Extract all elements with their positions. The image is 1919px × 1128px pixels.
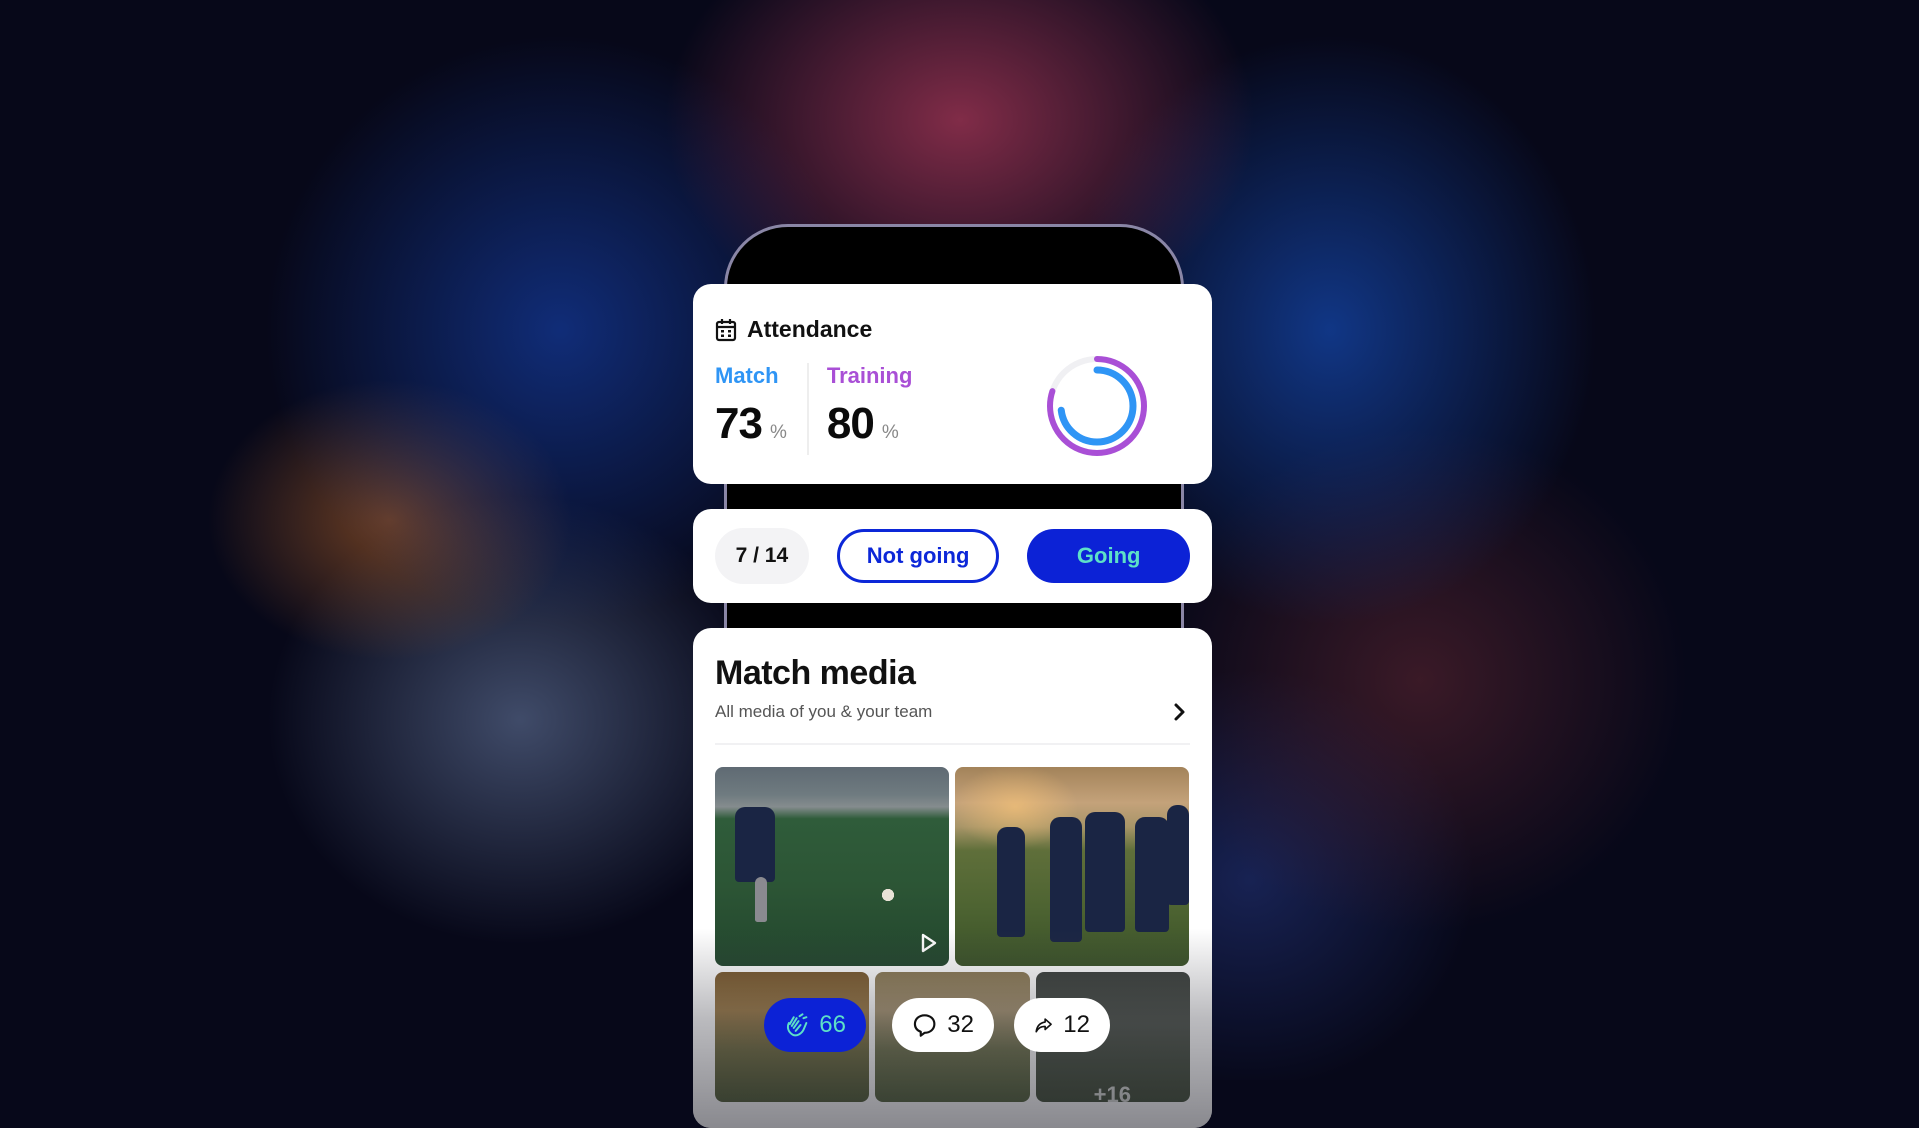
share-count: 12 xyxy=(1063,1011,1090,1038)
media-thumbnail-photo[interactable] xyxy=(955,767,1189,966)
training-percentage: 80 xyxy=(826,399,875,448)
share-button[interactable]: 12 xyxy=(1014,998,1110,1052)
clap-count: 66 xyxy=(819,1011,846,1038)
reaction-bar: 66 32 12 xyxy=(764,998,1110,1052)
match-percentage: 73 xyxy=(715,399,763,448)
player-silhouette xyxy=(1050,817,1082,942)
not-going-button[interactable]: Not going xyxy=(836,529,1000,583)
play-icon xyxy=(921,933,937,953)
player-silhouette xyxy=(1167,805,1189,905)
calendar-icon xyxy=(715,318,737,341)
match-stat: Match 73 % xyxy=(715,363,787,455)
player-silhouette xyxy=(1085,812,1125,932)
rsvp-card: 7 / 14 Not going Going xyxy=(693,509,1212,603)
match-ring-arc xyxy=(1057,366,1137,446)
media-divider xyxy=(715,743,1190,745)
comment-count: 32 xyxy=(947,1011,974,1038)
comment-button[interactable]: 32 xyxy=(892,998,994,1052)
attendance-ring-chart xyxy=(1047,356,1147,456)
more-media-count: +16 xyxy=(1093,1082,1131,1102)
training-label: Training xyxy=(826,363,913,388)
comment-bubble-icon xyxy=(913,1014,936,1037)
match-media-card: Match media All media of you & your team… xyxy=(693,628,1212,1128)
going-button[interactable]: Going xyxy=(1027,529,1190,583)
media-link-row[interactable]: All media of you & your team xyxy=(715,701,1190,723)
player-silhouette xyxy=(997,827,1025,937)
match-percent-sign: % xyxy=(769,422,787,443)
media-subtitle: All media of you & your team xyxy=(715,702,933,721)
player-silhouette xyxy=(1135,817,1169,932)
attendee-count: 7 / 14 xyxy=(715,528,809,584)
training-stat: Training 80 % xyxy=(827,363,913,455)
match-label: Match xyxy=(715,363,779,388)
attendance-card: Attendance Match 73 % Training 80 % xyxy=(693,284,1212,484)
media-title: Match media xyxy=(715,654,916,692)
clap-button[interactable]: 66 xyxy=(764,998,866,1052)
player-leg xyxy=(755,877,767,922)
share-arrow-icon xyxy=(1035,1018,1052,1033)
chevron-right-icon[interactable] xyxy=(1168,701,1190,723)
player-silhouette xyxy=(735,807,775,882)
clap-hands-icon xyxy=(786,1013,808,1037)
stat-divider xyxy=(806,363,809,455)
training-percent-sign: % xyxy=(881,422,899,443)
attendance-header: Attendance xyxy=(715,316,1190,343)
media-thumbnail-video[interactable] xyxy=(715,767,949,966)
attendance-title: Attendance xyxy=(747,316,873,342)
